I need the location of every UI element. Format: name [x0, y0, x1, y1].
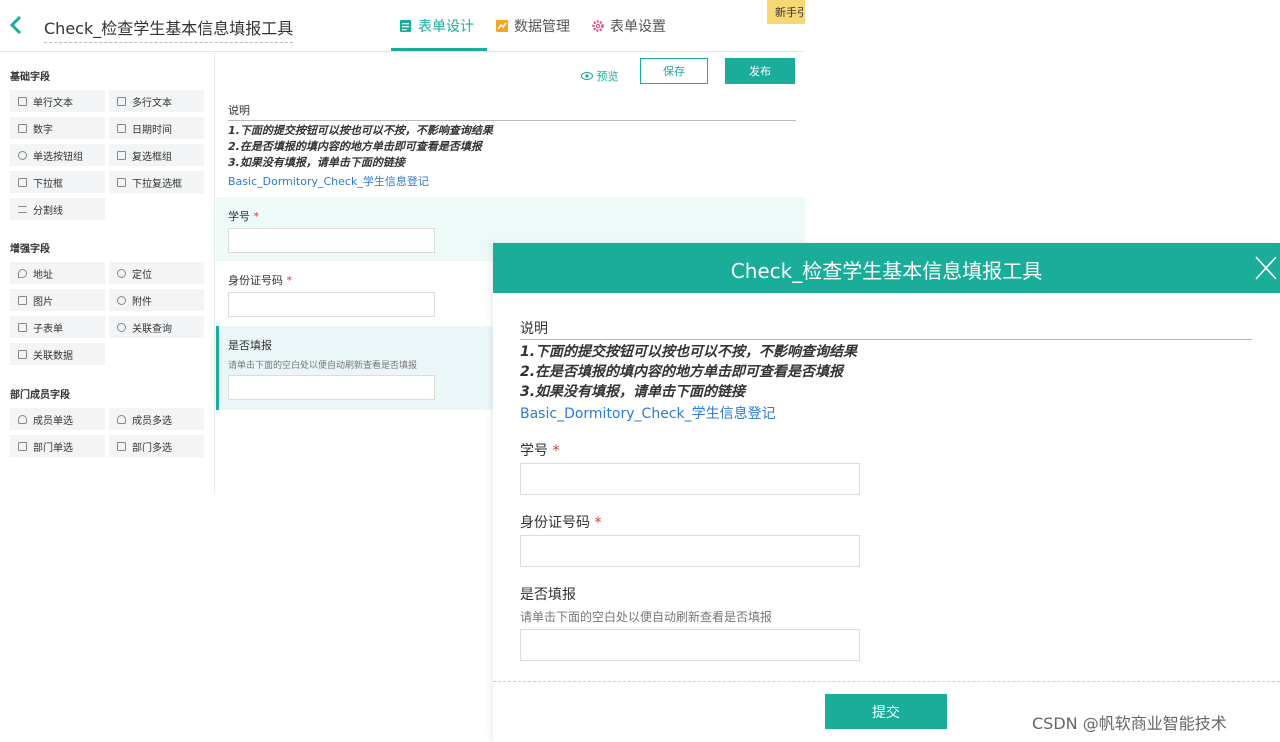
calendar-icon — [117, 123, 126, 133]
dropdown-icon — [18, 177, 27, 187]
field-dropdown[interactable]: 下拉框 — [10, 171, 105, 193]
group-title: 基础字段 — [10, 72, 50, 83]
id-number-input[interactable] — [520, 535, 860, 567]
description-line: 3.如果没有填报，请单击下面的链接 — [228, 156, 405, 169]
publish-button[interactable]: 发布 — [725, 58, 795, 84]
tab-label: 数据管理 — [514, 19, 570, 35]
field-label: 身份证号码 * — [228, 274, 292, 287]
group-title: 增强字段 — [10, 244, 50, 255]
subform-icon — [18, 322, 27, 332]
eye-icon — [580, 72, 593, 80]
user-icon — [18, 414, 27, 424]
field-divider[interactable]: 分割线 — [10, 198, 105, 220]
registration-link[interactable]: Basic_Dormitory_Check_学生信息登记 — [228, 173, 429, 189]
submit-button[interactable]: 提交 — [825, 694, 947, 729]
newbie-guide-badge[interactable]: 新手引 — [767, 0, 805, 24]
crosshair-icon — [117, 268, 126, 278]
description-line: 1.下面的提交按钮可以按也可以不按，不影响查询结果 — [520, 344, 858, 360]
field-label: 学号 * — [228, 210, 259, 223]
field-member-single[interactable]: 成员单选 — [10, 408, 105, 430]
description-line: 2.在是否填报的填内容的地方单击即可查看是否填报 — [228, 140, 482, 153]
preview-dialog: Check_检查学生基本信息填报工具 说明 1.下面的提交按钮可以按也可以不按，… — [493, 243, 1280, 742]
field-single-line-text[interactable]: 单行文本 — [10, 90, 105, 112]
student-id-input[interactable] — [520, 463, 860, 495]
number-icon — [18, 123, 27, 133]
chevron-left-icon[interactable] — [8, 14, 24, 41]
description-label: 说明 — [228, 104, 250, 117]
description-line: 2.在是否填报的填内容的地方单击即可查看是否填报 — [520, 364, 844, 380]
field-palette: 基础字段 单行文本 多行文本 数字 日期时间 单选按钮组 复选框组 下拉框 下拉… — [0, 53, 215, 493]
field-label: 是否填报 — [228, 339, 272, 352]
app-title[interactable]: Check_检查学生基本信息填报工具 — [44, 15, 294, 43]
close-icon[interactable] — [1253, 253, 1279, 283]
description-label: 说明 — [520, 321, 548, 337]
field-linked-query[interactable]: 关联查询 — [109, 316, 204, 338]
tab-label: 表单设计 — [418, 19, 474, 35]
field-attachment[interactable]: 附件 — [109, 289, 204, 311]
footer-divider — [493, 681, 1280, 682]
dialog-header: Check_检查学生基本信息填报工具 — [493, 243, 1280, 293]
upload-icon — [117, 295, 126, 305]
field-department-single[interactable]: 部门单选 — [10, 435, 105, 457]
tab-form-design[interactable]: 表单设计 — [400, 16, 474, 36]
field-label: 学号 * — [520, 443, 560, 459]
checkbox-icon — [117, 150, 126, 160]
description-line: 1.下面的提交按钮可以按也可以不按，不影响查询结果 — [228, 124, 493, 137]
divider-icon — [18, 205, 27, 213]
linked-data-icon — [18, 349, 27, 359]
watermark: CSDN @帆软商业智能技术 — [1032, 714, 1227, 733]
group-title: 部门成员字段 — [10, 390, 70, 401]
field-multi-line-text[interactable]: 多行文本 — [109, 90, 204, 112]
field-checkbox-group[interactable]: 复选框组 — [109, 144, 204, 166]
link-query-icon — [117, 322, 126, 332]
description-divider — [520, 339, 1252, 340]
field-image[interactable]: 图片 — [10, 289, 105, 311]
description-divider — [228, 120, 796, 121]
preview-button[interactable]: 预览 — [577, 63, 622, 89]
field-department-multi[interactable]: 部门多选 — [109, 435, 204, 457]
field-subform[interactable]: 子表单 — [10, 316, 105, 338]
active-tab-indicator — [391, 48, 487, 51]
gear-icon — [592, 20, 604, 32]
field-hint: 请单击下面的空白处以便自动刷新查看是否填报 — [228, 361, 418, 371]
textarea-icon — [117, 96, 126, 106]
tab-data-management[interactable]: 数据管理 — [496, 16, 570, 36]
id-number-input[interactable] — [228, 292, 435, 317]
field-hint: 请单击下面的空白处以便自动刷新查看是否填报 — [520, 610, 773, 624]
save-button[interactable]: 保存 — [640, 58, 708, 84]
image-icon — [18, 295, 27, 305]
form-icon — [400, 20, 411, 32]
field-radio-group[interactable]: 单选按钮组 — [10, 144, 105, 166]
department-icon — [18, 441, 27, 451]
top-bar: Check_检查学生基本信息填报工具 表单设计 数据管理 表单设置 新手引 — [0, 0, 805, 52]
field-label: 身份证号码 * — [520, 515, 602, 531]
chart-icon — [496, 20, 508, 32]
text-field-icon — [18, 96, 27, 106]
description-line: 3.如果没有填报，请单击下面的链接 — [520, 384, 746, 400]
field-number[interactable]: 数字 — [10, 117, 105, 139]
users-icon — [117, 414, 126, 424]
filled-status-input[interactable] — [520, 629, 860, 661]
field-dropdown-multi[interactable]: 下拉复选框 — [109, 171, 204, 193]
tab-label: 表单设置 — [610, 19, 666, 35]
field-location[interactable]: 定位 — [109, 262, 204, 284]
field-member-multi[interactable]: 成员多选 — [109, 408, 204, 430]
radio-icon — [18, 150, 27, 160]
location-pin-icon — [18, 268, 27, 278]
field-address[interactable]: 地址 — [10, 262, 105, 284]
dropdown-multi-icon — [117, 177, 126, 187]
tab-form-settings[interactable]: 表单设置 — [592, 16, 666, 36]
dialog-title: Check_检查学生基本信息填报工具 — [730, 259, 1043, 283]
filled-status-input[interactable] — [228, 375, 435, 400]
departments-icon — [117, 441, 126, 451]
field-linked-data[interactable]: 关联数据 — [10, 343, 105, 365]
registration-link[interactable]: Basic_Dormitory_Check_学生信息登记 — [520, 403, 776, 423]
field-datetime[interactable]: 日期时间 — [109, 117, 204, 139]
student-id-input[interactable] — [228, 228, 435, 253]
field-label: 是否填报 — [520, 587, 576, 603]
